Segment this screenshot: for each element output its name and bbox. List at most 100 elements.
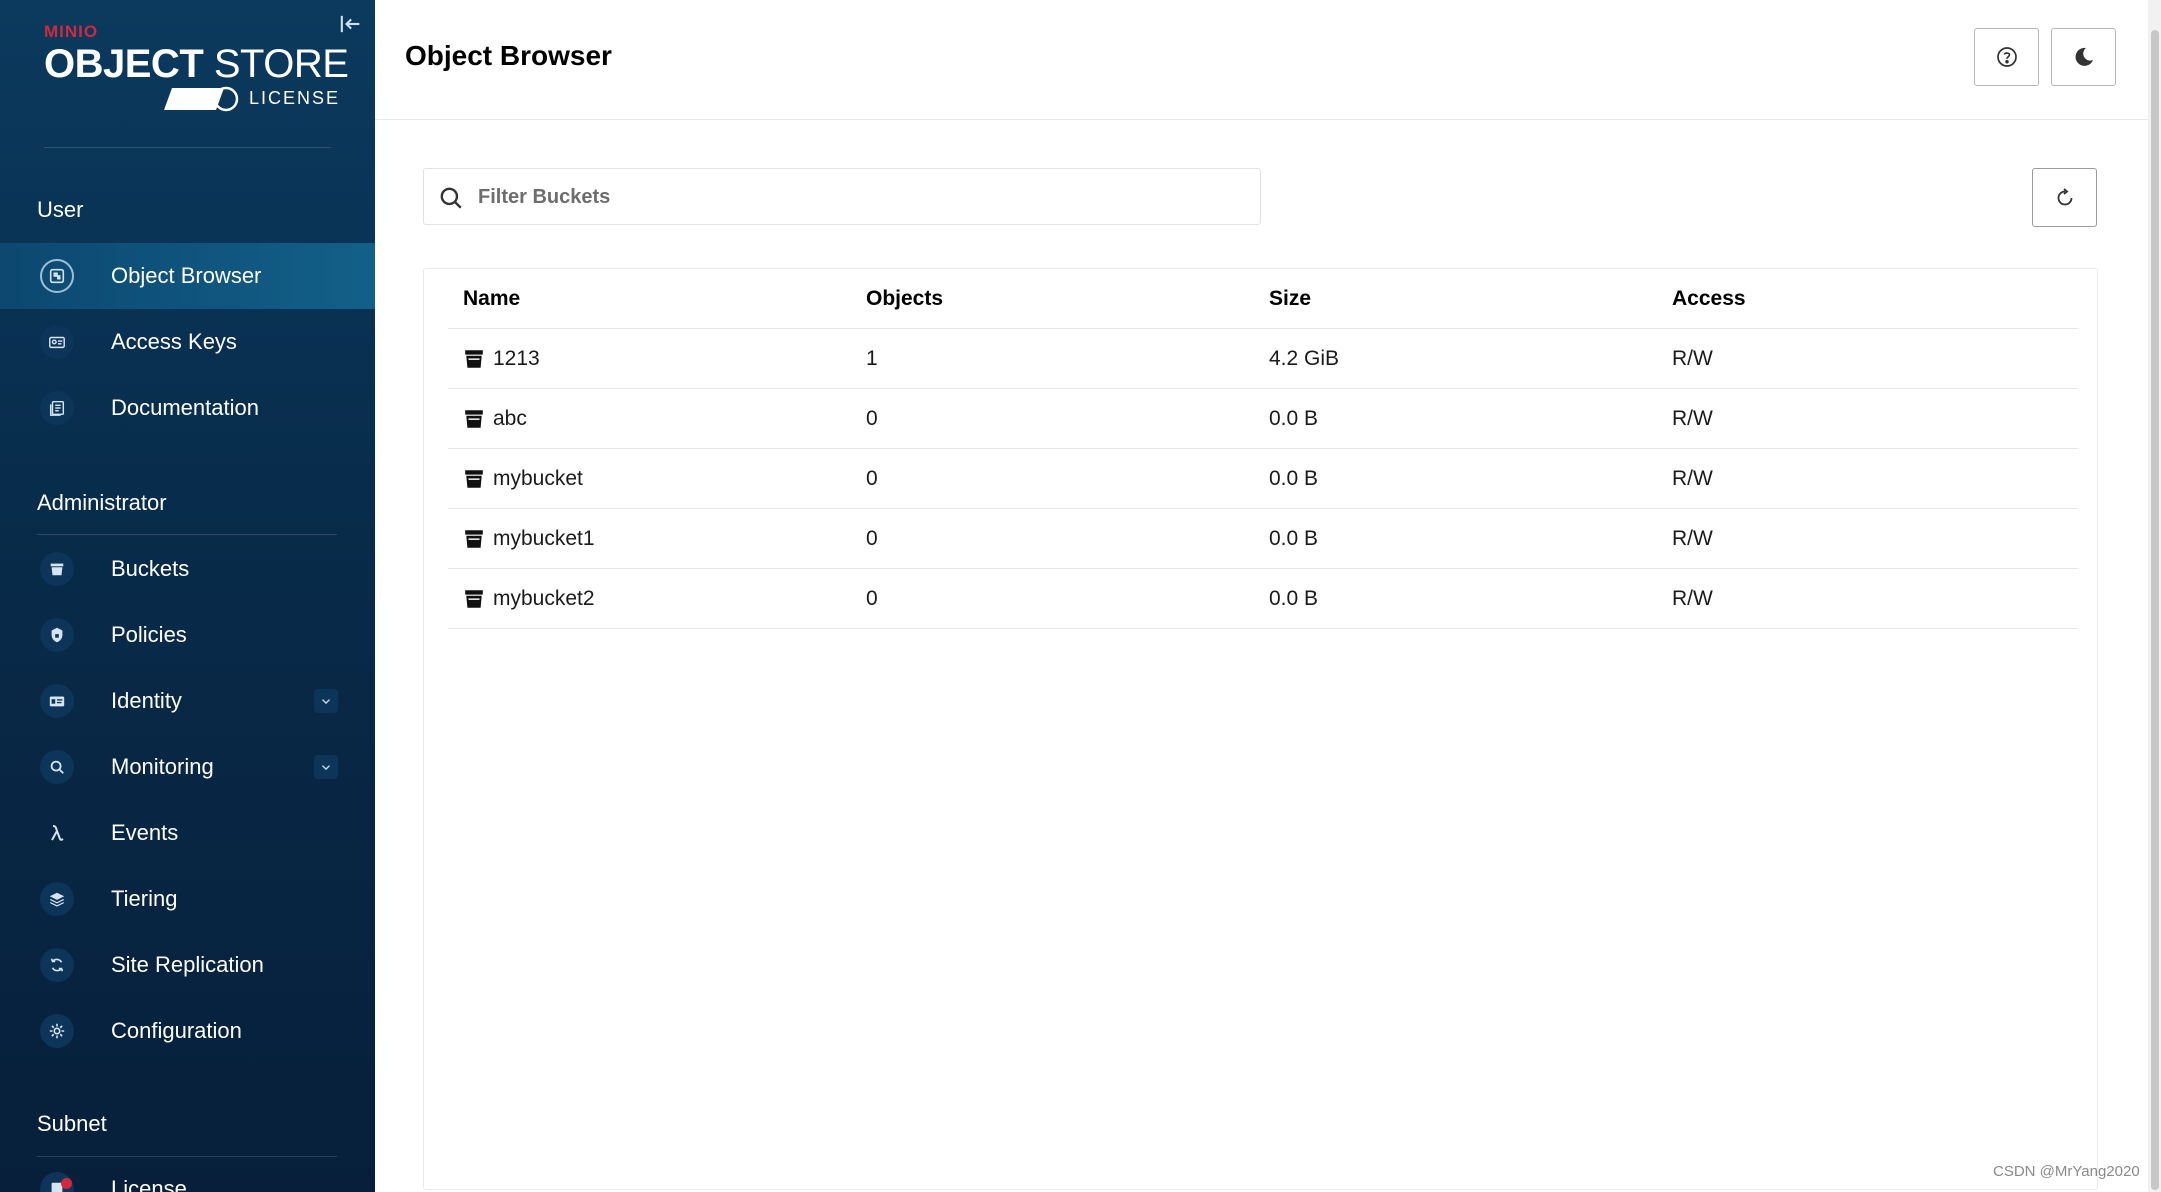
bucket-access: R/W — [1672, 467, 1713, 490]
bucket-access: R/W — [1672, 347, 1713, 370]
section-title-user: User — [37, 197, 84, 222]
chevron-down-icon[interactable] — [314, 689, 338, 713]
sidebar-item-configuration[interactable]: Configuration — [0, 998, 375, 1064]
sidebar-item-label: Documentation — [111, 395, 259, 420]
column-header-access[interactable]: Access — [1672, 269, 1746, 329]
logo-divider — [44, 147, 331, 148]
sidebar-item-tiering[interactable]: Tiering — [0, 866, 375, 932]
bucket-size: 0.0 B — [1269, 467, 1319, 490]
bucket-name-cell[interactable]: 1213 — [463, 329, 540, 389]
sidebar-item-label: Access Keys — [111, 329, 237, 354]
documentation-icon — [40, 391, 74, 425]
access-keys-icon — [40, 325, 74, 359]
table-row[interactable]: abc 0 0.0 B R/W — [448, 389, 2078, 449]
bucket-name: mybucket2 — [493, 587, 595, 610]
section-divider — [37, 1156, 337, 1157]
bucket-size: 4.2 GiB — [1269, 347, 1340, 370]
bucket-icon — [465, 470, 483, 488]
search-icon — [440, 187, 462, 209]
license-notification-dot — [61, 1178, 72, 1189]
bucket-name: abc — [493, 407, 527, 430]
section-title-subnet: Subnet — [37, 1111, 107, 1136]
bucket-size: 0.0 B — [1269, 407, 1319, 430]
buckets-table: Name Objects Size Access 1213 1 4.2 GiB … — [423, 268, 2098, 1190]
bucket-name: mybucket — [493, 467, 583, 490]
bucket-objects: 0 — [866, 527, 878, 550]
layers-icon — [40, 882, 74, 916]
sidebar-item-label: Buckets — [111, 556, 190, 581]
bucket-objects: 0 — [866, 587, 878, 610]
help-icon — [1996, 47, 2017, 67]
bucket-name: mybucket1 — [493, 527, 595, 550]
gear-icon — [40, 1014, 74, 1048]
chevron-down-icon[interactable] — [314, 755, 338, 779]
refresh-button[interactable] — [2032, 168, 2097, 227]
section-title-administrator: Administrator — [37, 490, 167, 515]
object-browser-icon — [40, 259, 74, 293]
sidebar-item-license[interactable]: License — [0, 1158, 375, 1192]
lambda-icon — [40, 816, 74, 850]
column-header-objects[interactable]: Objects — [866, 269, 943, 329]
bucket-objects: 0 — [866, 407, 878, 430]
table-header-row: Name Objects Size Access — [448, 269, 2078, 329]
sidebar-item-label: License — [111, 1176, 187, 1192]
main-content: Object Browser Name Objects Size Access … — [375, 0, 2161, 1192]
page-header: Object Browser — [375, 0, 2161, 120]
bucket-size: 0.0 B — [1269, 527, 1319, 550]
replication-icon — [40, 948, 74, 982]
bucket-name-cell[interactable]: abc — [463, 389, 527, 449]
sidebar-item-policies[interactable]: Policies — [0, 602, 375, 668]
sidebar-item-documentation[interactable]: Documentation — [0, 375, 375, 441]
table-row[interactable]: mybucket2 0 0.0 B R/W — [448, 569, 2078, 629]
bucket-icon — [465, 350, 483, 368]
bucket-icon — [40, 552, 74, 586]
section-divider — [37, 534, 337, 535]
bucket-access: R/W — [1672, 407, 1713, 430]
monitoring-search-icon — [40, 750, 74, 784]
table-row[interactable]: 1213 1 4.2 GiB R/W — [448, 329, 2078, 389]
refresh-icon — [2057, 187, 2072, 205]
id-card-icon — [40, 684, 74, 718]
filter-buckets-input[interactable] — [478, 179, 1238, 215]
bucket-icon — [465, 530, 483, 548]
sidebar-item-label: Identity — [111, 688, 182, 713]
page-scrollbar-thumb[interactable] — [2151, 30, 2159, 1190]
column-header-size[interactable]: Size — [1269, 269, 1311, 329]
dark-mode-button[interactable] — [2051, 28, 2116, 86]
bucket-objects: 1 — [866, 347, 878, 370]
collapse-sidebar-icon[interactable] — [336, 10, 364, 38]
help-button[interactable] — [1974, 28, 2039, 86]
column-header-name[interactable]: Name — [463, 269, 520, 329]
sidebar-item-label: Monitoring — [111, 754, 214, 779]
bucket-name-cell[interactable]: mybucket1 — [463, 509, 595, 569]
sidebar-item-label: Object Browser — [111, 263, 262, 288]
sidebar-item-site-replication[interactable]: Site Replication — [0, 932, 375, 998]
sidebar-item-access-keys[interactable]: Access Keys — [0, 309, 375, 375]
watermark: CSDN @MrYang2020 — [1993, 1163, 2140, 1180]
sidebar-item-events[interactable]: Events — [0, 800, 375, 866]
minio-logo[interactable]: MINIO OBJECT STORE LICENSE — [44, 22, 349, 112]
filter-buckets-search[interactable] — [423, 168, 1261, 225]
bucket-objects: 0 — [866, 467, 878, 490]
logo-brand: MINIO — [44, 22, 99, 41]
bucket-name-cell[interactable]: mybucket — [463, 449, 583, 509]
bucket-access: R/W — [1672, 527, 1713, 550]
sidebar-item-object-browser[interactable]: Object Browser — [0, 243, 375, 309]
logo-product: OBJECT STORE — [44, 42, 349, 86]
bucket-icon — [465, 590, 483, 608]
table-row[interactable]: mybucket 0 0.0 B R/W — [448, 449, 2078, 509]
sidebar-item-monitoring[interactable]: Monitoring — [0, 734, 375, 800]
bucket-size: 0.0 B — [1269, 587, 1319, 610]
bucket-name-cell[interactable]: mybucket2 — [463, 569, 595, 629]
sidebar-item-label: Events — [111, 820, 179, 845]
shield-lock-icon — [40, 618, 74, 652]
bucket-access: R/W — [1672, 587, 1713, 610]
sidebar-item-label: Site Replication — [111, 952, 264, 977]
moon-icon — [2075, 47, 2093, 66]
sidebar-item-identity[interactable]: Identity — [0, 668, 375, 734]
sidebar-item-label: Configuration — [111, 1018, 242, 1043]
table-row[interactable]: mybucket1 0 0.0 B R/W — [448, 509, 2078, 569]
sidebar-item-buckets[interactable]: Buckets — [0, 536, 375, 602]
agpl-logo-icon — [164, 86, 239, 112]
bucket-icon — [465, 410, 483, 428]
